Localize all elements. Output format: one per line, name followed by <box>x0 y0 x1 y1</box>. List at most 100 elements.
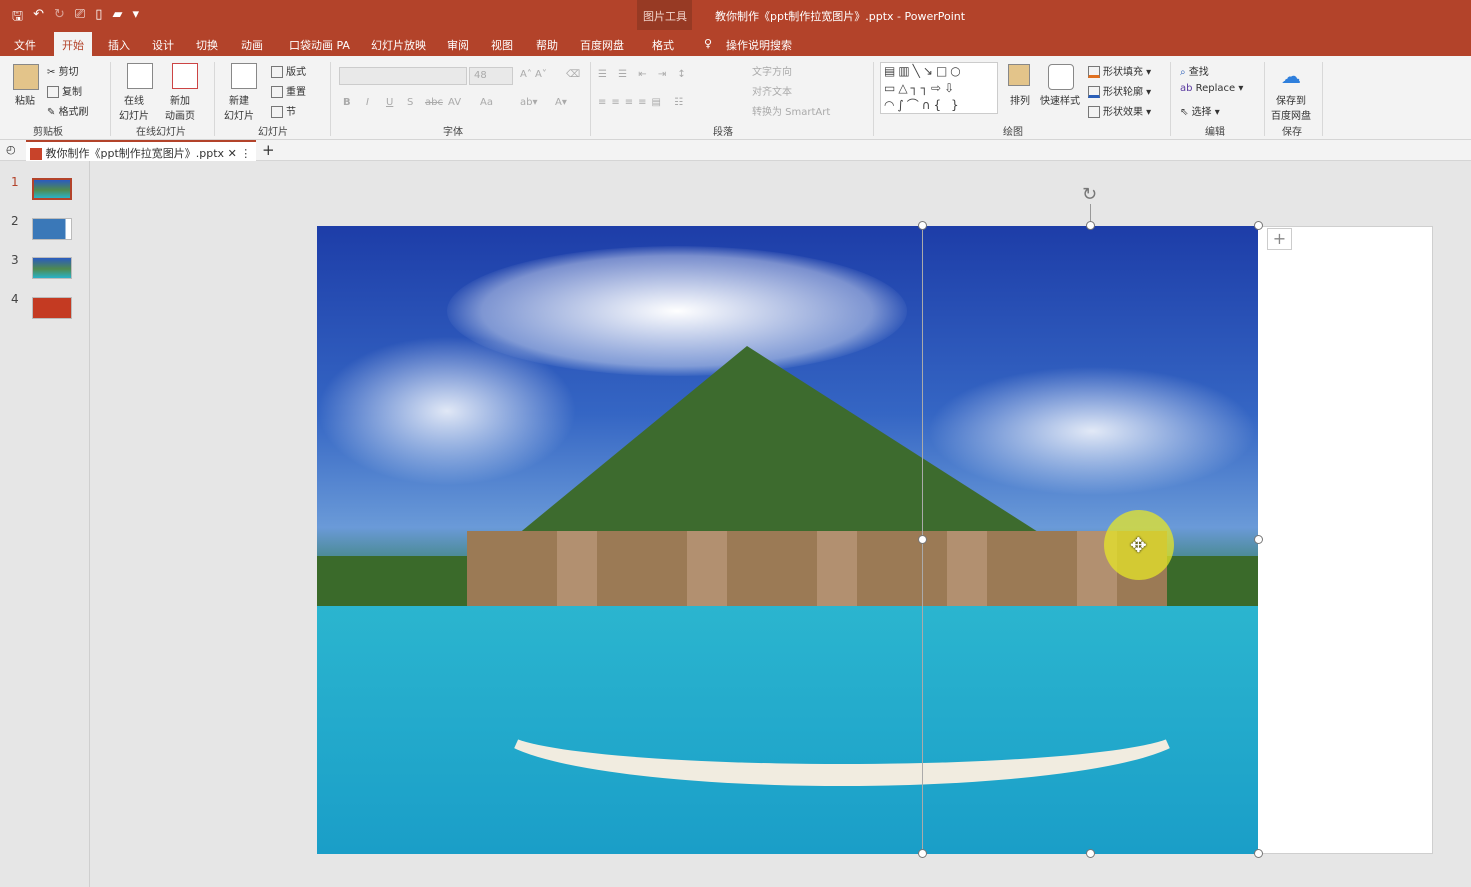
shape-fill-button[interactable]: 形状填充 ▾ <box>1088 63 1151 78</box>
tab-home[interactable]: 开始 <box>54 32 92 56</box>
copy-label: 复制 <box>62 87 82 98</box>
new-anim-page-button[interactable]: 新加 动画页 <box>165 92 195 122</box>
divider <box>1322 62 1323 136</box>
italic-button[interactable]: I <box>366 97 369 108</box>
tab-baidu[interactable]: 百度网盘 <box>580 37 624 53</box>
arrange-icon <box>1008 64 1030 86</box>
tell-me-search[interactable]: 操作说明搜索 <box>726 37 792 53</box>
grow-font-icon[interactable]: A˄ A˅ <box>520 69 547 80</box>
cut-button[interactable]: ✂ 剪切 <box>47 63 79 78</box>
slide-thumbnail[interactable] <box>32 178 72 200</box>
fill-icon <box>1088 66 1100 78</box>
tab-transitions[interactable]: 切换 <box>196 37 218 53</box>
overwater-bungalows <box>467 531 1167 611</box>
tab-review[interactable]: 审阅 <box>447 37 469 53</box>
resize-handle[interactable] <box>1254 221 1263 230</box>
save-baidu-button[interactable]: 保存到 百度网盘 <box>1271 92 1311 122</box>
close-tab-icon[interactable]: ✕ ⋮ <box>228 147 252 160</box>
undo-icon[interactable]: ↶ <box>33 7 44 29</box>
present-icon[interactable]: ⎚ <box>75 7 85 29</box>
tab-slideshow[interactable]: 幻灯片放映 <box>371 37 426 53</box>
shapes-gallery[interactable]: ▤▥╲↘□○ ▭△┐┐⇨⇩ ◠∫⌒∩{ } <box>880 62 998 114</box>
font-name-input[interactable] <box>339 67 467 85</box>
resize-handle[interactable] <box>918 221 927 230</box>
slide-number: 1 <box>11 175 19 189</box>
new-slide-button[interactable]: 新建 幻灯片 <box>224 92 254 122</box>
resize-handle[interactable] <box>1086 849 1095 858</box>
document-tab-bar: ◴ 教你制作《ppt制作拉宽图片》.pptx ✕ ⋮ + <box>0 140 1471 161</box>
history-icon[interactable]: ◴ <box>6 143 16 156</box>
select-button[interactable]: ⇖ 选择 ▾ <box>1180 103 1220 118</box>
resize-handle[interactable] <box>1086 221 1095 230</box>
slide-thumbnail[interactable] <box>32 218 72 240</box>
open-folder-icon[interactable]: ▰ <box>112 7 122 29</box>
divider <box>1170 62 1171 136</box>
convert-smartart-button[interactable]: 转换为 SmartArt <box>752 103 830 118</box>
save-icon[interactable]: 🖫 <box>12 7 23 29</box>
cut-label: 剪切 <box>58 67 79 78</box>
change-case-button[interactable]: Aa <box>480 97 493 108</box>
divider <box>214 62 215 136</box>
copy-button[interactable]: 复制 <box>47 83 82 98</box>
tab-view[interactable]: 视图 <box>491 37 513 53</box>
title-bar: 🖫 ↶ ↻ ⎚ ▯ ▰ ▾ 图片工具 教你制作《ppt制作拉宽图片》.pptx … <box>0 0 1471 56</box>
layout-button[interactable]: 版式 <box>271 63 306 78</box>
cursor-icon: ⇖ <box>1180 107 1192 118</box>
section-button[interactable]: 节 <box>271 103 296 118</box>
search-icon: ⌕ <box>1180 67 1189 78</box>
new-tab-icon[interactable]: + <box>262 141 275 159</box>
tab-animations[interactable]: 动画 <box>241 37 263 53</box>
tab-pocket-animation[interactable]: 口袋动画 PA <box>289 37 350 53</box>
find-button[interactable]: ⌕ 查找 <box>1180 63 1209 78</box>
bold-button[interactable]: B <box>343 97 351 108</box>
replace-button[interactable]: ab Replace ▾ <box>1180 83 1243 94</box>
clear-format-icon[interactable]: ⌫ <box>566 69 580 80</box>
align-buttons[interactable]: ≡≡≡≡▤ ☷ <box>598 97 688 108</box>
font-size-input[interactable]: 48 <box>469 67 513 85</box>
quick-styles-button[interactable]: 快速样式 <box>1040 92 1080 107</box>
char-spacing-button[interactable]: AV <box>448 97 461 108</box>
text-direction-button[interactable]: 文字方向 <box>752 63 792 78</box>
tab-file[interactable]: 文件 <box>14 37 36 53</box>
divider <box>590 62 591 136</box>
resize-handle[interactable] <box>918 535 927 544</box>
group-label-slides: 幻灯片 <box>258 127 288 138</box>
shape-effects-button[interactable]: 形状效果 ▾ <box>1088 103 1151 118</box>
customize-qat-icon[interactable]: ▾ <box>132 7 139 29</box>
add-element-icon[interactable]: + <box>1267 228 1292 250</box>
rotate-handle-icon[interactable]: ↻ <box>1082 184 1097 205</box>
online-slides-button[interactable]: 在线 幻灯片 <box>119 92 149 122</box>
slide-thumbnail[interactable] <box>32 297 72 319</box>
shadow-button[interactable]: S <box>407 97 413 108</box>
highlight-icon[interactable]: ab▾ <box>520 97 538 108</box>
tab-help[interactable]: 帮助 <box>536 37 558 53</box>
format-painter-button[interactable]: ✎ 格式刷 <box>47 103 89 118</box>
paste-button[interactable]: 粘贴 <box>15 92 35 107</box>
resize-handle[interactable] <box>1254 849 1263 858</box>
resize-handle[interactable] <box>1254 535 1263 544</box>
select-label: 选择 <box>1191 107 1212 118</box>
list-buttons[interactable]: ☰ ☰ ⇤ ⇥ ↕ <box>598 69 690 80</box>
find-label: 查找 <box>1188 67 1209 78</box>
group-label-save: 保存 <box>1282 127 1302 138</box>
new-file-icon[interactable]: ▯ <box>95 7 102 29</box>
slide-thumbnail[interactable] <box>32 257 72 279</box>
document-tab[interactable]: 教你制作《ppt制作拉宽图片》.pptx ✕ ⋮ <box>26 140 256 161</box>
align-text-button[interactable]: 对齐文本 <box>752 83 792 98</box>
font-color-icon[interactable]: A▾ <box>555 97 567 108</box>
document-tab-label: 教你制作《ppt制作拉宽图片》.pptx <box>45 147 225 160</box>
shape-outline-button[interactable]: 形状轮廓 ▾ <box>1088 83 1151 98</box>
paste-icon[interactable] <box>13 64 39 90</box>
redo-icon[interactable]: ↻ <box>54 7 65 29</box>
underline-button[interactable]: U <box>386 97 393 108</box>
tab-design[interactable]: 设计 <box>152 37 174 53</box>
online-slides-icon <box>127 63 153 89</box>
tab-insert[interactable]: 插入 <box>108 37 130 53</box>
strikethrough-button[interactable]: abc <box>425 97 443 108</box>
arrange-button[interactable]: 排列 <box>1010 92 1030 107</box>
quick-access-toolbar: 🖫 ↶ ↻ ⎚ ▯ ▰ ▾ <box>12 7 139 29</box>
tab-format[interactable]: 格式 <box>652 37 674 53</box>
reset-button[interactable]: 重置 <box>271 83 306 98</box>
resize-handle[interactable] <box>918 849 927 858</box>
section-icon <box>271 106 283 118</box>
